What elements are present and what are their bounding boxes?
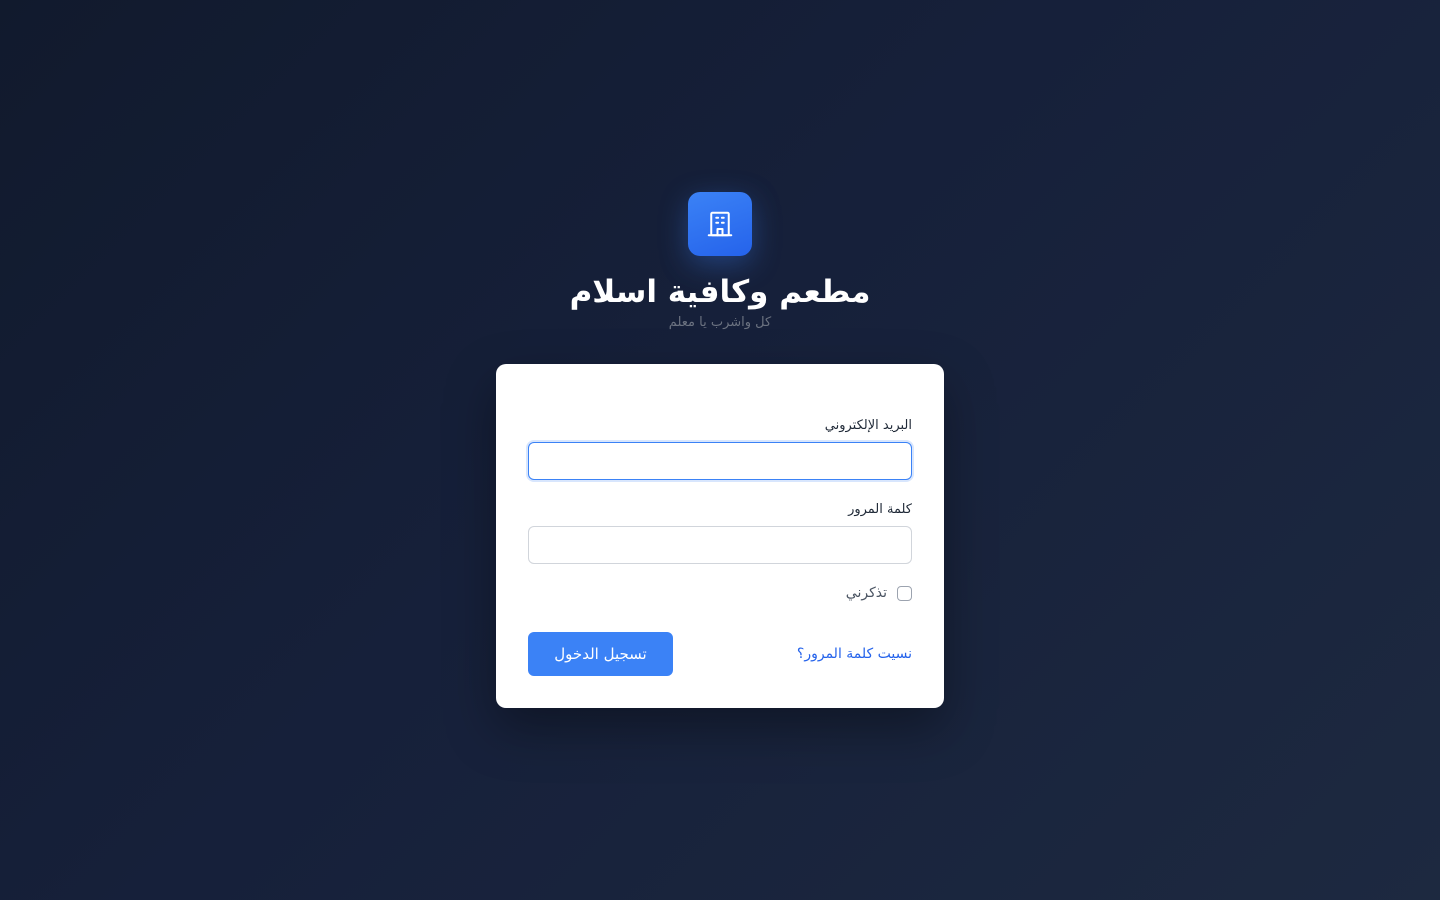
login-card: البريد الإلكتروني كلمة المرور تذكرني نسي… (496, 364, 944, 708)
forgot-password-link[interactable]: نسيت كلمة المرور؟ (797, 644, 912, 664)
email-label: البريد الإلكتروني (824, 418, 912, 433)
app-subtitle: كل واشرب يا معلم (668, 315, 772, 330)
login-button[interactable]: تسجيل الدخول (528, 632, 673, 676)
building-icon (707, 211, 733, 237)
password-field[interactable] (528, 526, 912, 564)
brand-header: مطعم وكافية اسلام كل واشرب يا معلم (0, 192, 1440, 332)
remember-label: تذكرني (845, 585, 887, 601)
remember-checkbox[interactable] (897, 585, 912, 601)
app-logo (688, 192, 752, 256)
remember-me[interactable]: تذكرني (846, 585, 912, 601)
email-field[interactable] (528, 442, 912, 480)
app-title: مطعم وكافية اسلام (569, 274, 871, 310)
password-label: كلمة المرور (848, 502, 912, 517)
